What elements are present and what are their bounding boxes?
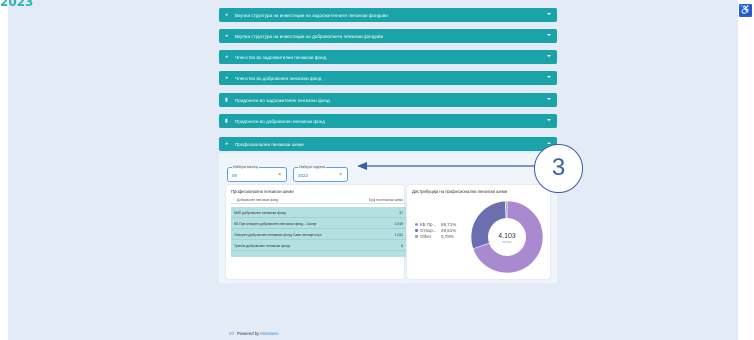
accordion-label: Придонеси во задолжителен пензиски фонд: [235, 97, 330, 103]
accordion-label: Придонеси во доброволен пензиски фонд: [235, 118, 325, 124]
chevron-up-icon: [547, 142, 551, 144]
month-select-label: Избери месец: [232, 165, 259, 169]
accordion-item[interactable]: ◕ Вкупна структура на инвестиции на добро…: [219, 29, 557, 43]
cell-count: 1,011: [394, 233, 403, 237]
accordion-item[interactable]: ◕ Вкупна структура на инвестиции на задол…: [219, 8, 557, 22]
table-header: Доброволен пензиски фонд Број на пензиск…: [231, 197, 406, 204]
legend-dot: [415, 235, 418, 239]
accordion-label: Професионални пензиски шеми: [235, 141, 304, 147]
cell-count: 5: [401, 244, 403, 248]
cell-count: 37: [399, 211, 403, 215]
legend-item[interactable]: КБ Пр... 69,71%: [415, 222, 456, 227]
legend-item[interactable]: Отвор... 29,51%: [415, 228, 456, 233]
annotation-arrow: [357, 162, 535, 170]
chevron-down-icon: [547, 55, 551, 57]
legend-label: Отвор...: [420, 228, 437, 233]
table-row[interactable]: Отворен доброволен пензиски фонд Сава пе…: [231, 229, 406, 240]
cell-fund: КБ Прв отворен доброволен пензиски фонд …: [234, 222, 317, 226]
chevron-down-icon: [547, 34, 551, 36]
accordion-label: Членство во доброволен пензиски фонд: [235, 75, 322, 81]
year-select[interactable]: Избери година 2023 ×: [293, 165, 348, 182]
pie-icon: ◕: [225, 141, 229, 147]
donut-card-title: Дистрибуција на професионални пензиски ш…: [412, 189, 508, 194]
month-clear-icon[interactable]: ×: [278, 172, 281, 178]
step-number-badge: 3: [534, 144, 583, 193]
accordion-label: Вкупна структура на инвестиции на задолж…: [235, 12, 388, 18]
month-select[interactable]: Избери месец 06 ×: [227, 165, 287, 182]
pie-icon: ◕: [225, 75, 229, 81]
cell-fund: КМП доброволен пензиски фонд: [234, 211, 286, 215]
year-select-value: 2023: [298, 173, 309, 178]
year-select-label: Избери година: [298, 165, 326, 169]
cell-fund: Отворен доброволен пензиски фонд Сава пе…: [234, 233, 322, 237]
accordion-label: Членство во задолжителен пензиски фонд: [235, 54, 327, 60]
metabase-logo-icon: ⋈: [229, 331, 234, 337]
legend-dot: [415, 229, 418, 233]
table-body: КМП доброволен пензиски фонд 37 КБ Прв о…: [231, 207, 406, 257]
donut-total: 4.103: [498, 233, 516, 240]
donut-total-label: TOTAL: [502, 240, 512, 244]
accordion-item[interactable]: ◕ Членство во задолжителен пензиски фонд: [219, 50, 557, 64]
chevron-down-icon: [547, 13, 551, 15]
legend-label: Other: [420, 234, 432, 239]
donut-card: Дистрибуција на професионални пензиски ш…: [407, 185, 550, 279]
legend-label: КБ Пр...: [420, 222, 437, 227]
pie-icon: ◕: [225, 54, 229, 60]
bar-chart-icon: ▮: [225, 118, 228, 124]
accordion-label: Вкупна структура на инвестиции на добров…: [235, 33, 384, 39]
table-card-title: Професионални пензиски шеми: [231, 189, 294, 194]
accordion-item[interactable]: ▮ Придонеси во задолжителен пензиски фонд: [219, 93, 557, 107]
legend-pct: 0,78%: [441, 234, 454, 239]
legend-item[interactable]: Other 0,78%: [415, 234, 454, 239]
year-clear-icon[interactable]: ×: [339, 172, 342, 178]
bar-chart-icon: ▮: [225, 97, 228, 103]
column-header-count[interactable]: Број на пензиски шеми: [369, 198, 403, 202]
chevron-down-icon: [547, 76, 551, 78]
donut-chart: 4.103 TOTAL: [470, 200, 544, 274]
table-row[interactable]: КБ Прв отворен доброволен пензиски фонд …: [231, 218, 406, 229]
column-header-fund[interactable]: Доброволен пензиски фонд: [237, 198, 278, 202]
footer-prefix: Powered by: [237, 331, 261, 336]
accordion-item[interactable]: ▮ Придонеси во доброволен пензиски фонд: [219, 114, 557, 128]
chevron-down-icon: [547, 98, 551, 100]
month-select-value: 06: [232, 173, 238, 178]
legend-dot: [415, 223, 418, 227]
accordion-item[interactable]: ◕ Членство во доброволен пензиски фонд: [219, 71, 557, 85]
cell-count: 2,049: [394, 222, 404, 226]
table-row[interactable]: КМП доброволен пензиски фонд 37: [231, 207, 406, 218]
legend-pct: 69,71%: [441, 222, 457, 227]
pie-icon: ◕: [225, 12, 229, 18]
metabase-link[interactable]: Metabase: [260, 331, 278, 336]
year-heading: 2023: [0, 0, 34, 9]
table-card: Професионални пензиски шеми Доброволен п…: [226, 185, 406, 279]
legend-pct: 29,51%: [441, 228, 457, 233]
cell-fund: Трипла доброволен пензиски фонд: [234, 244, 290, 248]
accordion-item[interactable]: ◕ Професионални пензиски шеми: [219, 137, 557, 151]
chevron-down-icon: [547, 119, 551, 121]
pie-icon: ◕: [225, 33, 229, 39]
table-row[interactable]: Трипла доброволен пензиски фонд 5: [231, 240, 406, 251]
footer: ⋈ Powered by Metabase: [229, 331, 279, 337]
wheelchair-icon[interactable]: ♿: [739, 4, 752, 17]
